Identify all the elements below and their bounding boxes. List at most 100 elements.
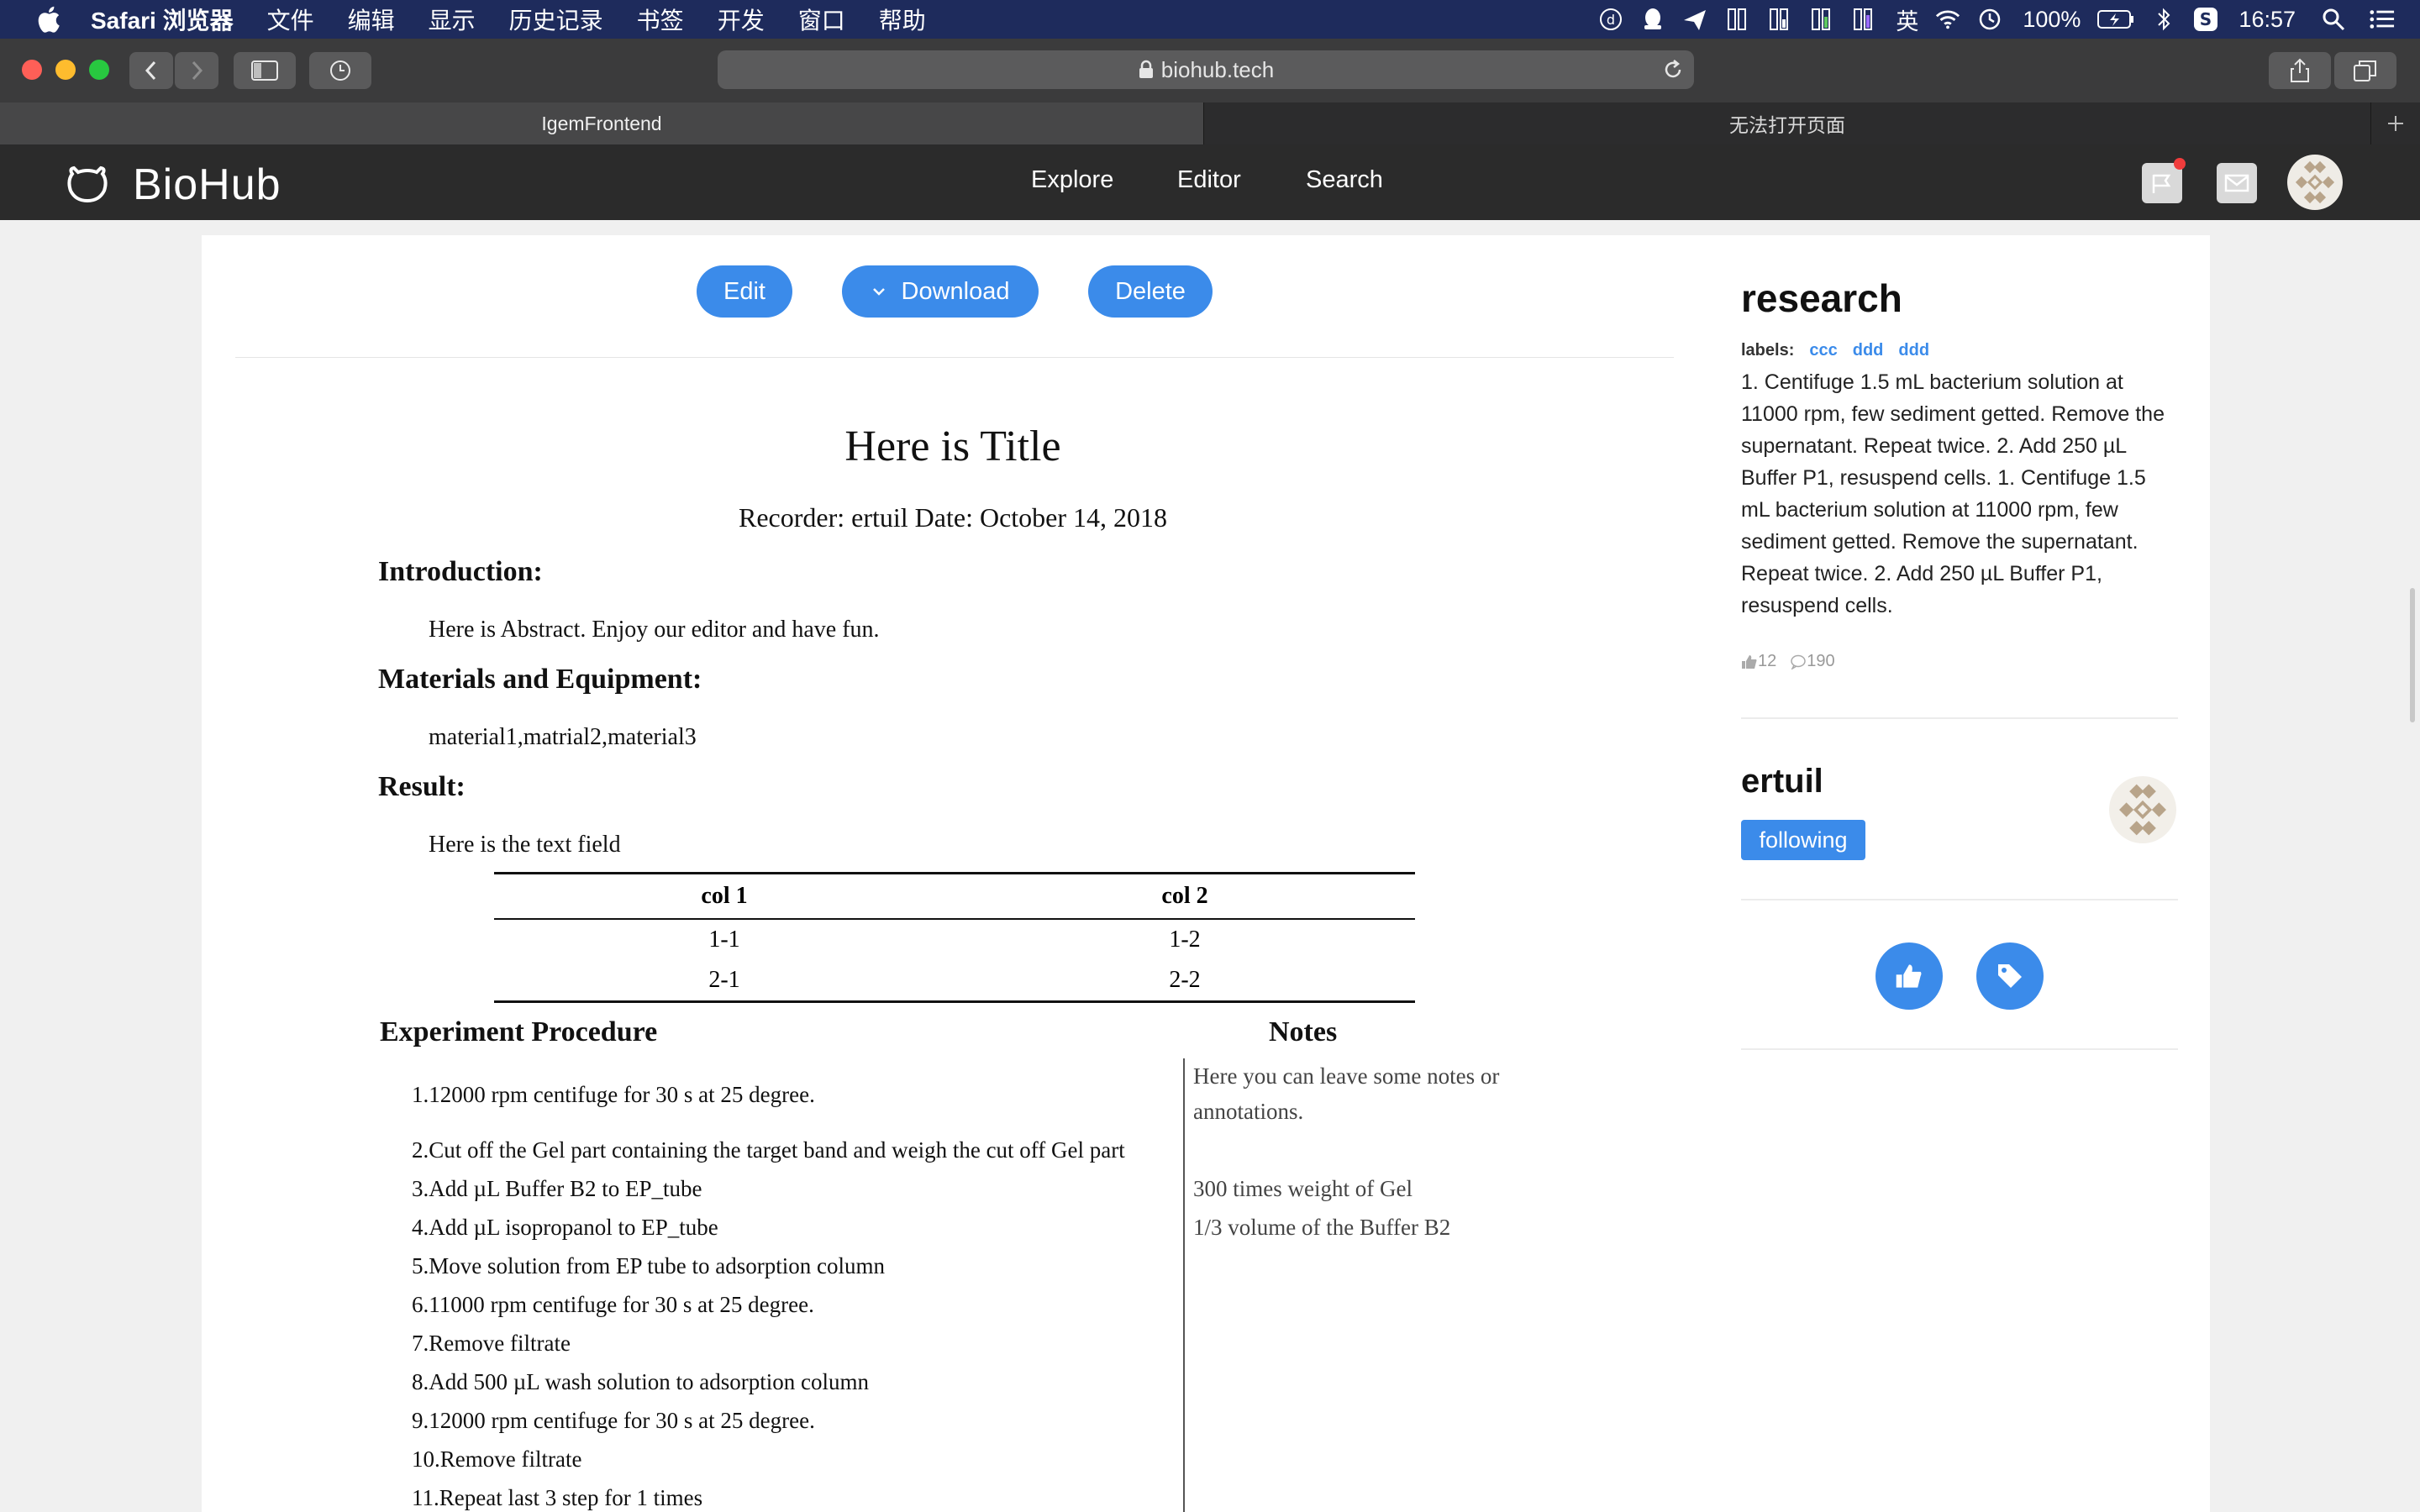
qq-icon[interactable] <box>1640 7 1665 32</box>
tab-cannot-open-page[interactable]: 无法打开页面 <box>1204 102 2371 144</box>
back-button[interactable] <box>129 52 173 89</box>
menu-develop[interactable]: 开发 <box>718 3 765 36</box>
nav-search[interactable]: Search <box>1306 166 1383 194</box>
messages-button[interactable] <box>2217 163 2257 203</box>
address-bar[interactable]: biohub.tech <box>718 50 1694 89</box>
document-title: Here is Title <box>844 423 1061 470</box>
sidebar-stats: 12 190 <box>1741 652 1835 671</box>
label-tag[interactable]: ddd <box>1853 341 1884 360</box>
procedure-step: 11.Repeat last 3 step for 1 times <box>412 1485 703 1510</box>
notification-center-icon[interactable] <box>2370 7 2395 32</box>
address-bar-url: biohub.tech <box>1160 56 1275 82</box>
author-avatar[interactable] <box>2109 776 2176 843</box>
label-tag[interactable]: ccc <box>1809 341 1837 360</box>
menu-history[interactable]: 历史记录 <box>509 3 603 36</box>
notifications-button[interactable] <box>2142 158 2186 203</box>
tab-overview-button[interactable] <box>2334 52 2396 89</box>
d-circle-icon[interactable]: d <box>1598 7 1623 32</box>
sidebar-description: 1. Centifuge 1.5 mL bacterium solution a… <box>1741 370 2165 617</box>
note-text: Here you can leave some notes or <box>1193 1063 1500 1089</box>
scrollbar-thumb[interactable] <box>2410 588 2415 722</box>
network-stats-icon[interactable] <box>1724 7 1749 32</box>
tag-button[interactable] <box>1976 942 2044 1010</box>
identicon-icon <box>2119 784 2166 836</box>
paper-plane-icon[interactable] <box>1682 7 1707 32</box>
table-cell: 1-1 <box>708 927 740 953</box>
site-logo[interactable]: BioHub <box>66 160 281 210</box>
menu-file[interactable]: 文件 <box>267 3 314 36</box>
svg-text:S: S <box>2200 9 2212 29</box>
follow-button[interactable]: following <box>1741 820 1865 860</box>
likes-count: 12 <box>1758 652 1777 670</box>
site-header: BioHub Explore Editor Search <box>0 144 2420 220</box>
disk-meter-icon[interactable] <box>1850 7 1876 32</box>
edit-button[interactable]: Edit <box>697 265 792 318</box>
delete-button[interactable]: Delete <box>1088 265 1213 318</box>
spotlight-search-icon[interactable] <box>2321 7 2346 32</box>
label-tag[interactable]: ddd <box>1898 341 1929 360</box>
download-button[interactable]: Download <box>842 265 1039 318</box>
sidebar-divider <box>1741 1048 2178 1050</box>
bluetooth-icon[interactable] <box>2151 7 2176 32</box>
table-row: 1-1 1-2 <box>494 919 1415 960</box>
user-avatar[interactable] <box>2287 155 2343 210</box>
menu-bookmarks[interactable]: 书签 <box>637 3 684 36</box>
zoom-window-button[interactable] <box>89 60 109 80</box>
action-divider <box>235 357 1674 358</box>
table-header-cell: col 2 <box>955 872 1415 920</box>
flag-icon <box>2152 174 2171 193</box>
battery-icon[interactable] <box>2097 7 2134 32</box>
download-label: Download <box>901 277 1010 305</box>
time-machine-icon[interactable] <box>1977 7 2002 32</box>
materials-text: material1,matrial2,material3 <box>429 724 697 750</box>
battery-percent: 100% <box>2023 6 2081 32</box>
procedure-step: 1.12000 rpm centifuge for 30 s at 25 deg… <box>412 1082 815 1107</box>
new-tab-button[interactable] <box>2371 102 2420 144</box>
cpu-meter-icon[interactable] <box>1766 7 1791 32</box>
biohub-logo-icon <box>67 165 108 203</box>
input-method-indicator[interactable]: 英 <box>1896 3 1918 36</box>
notification-dot <box>2174 158 2186 170</box>
result-heading: Result: <box>378 771 466 802</box>
notes-heading: Notes <box>1269 1016 1338 1047</box>
tab-bar: IgemFrontend 无法打开页面 <box>0 102 2420 145</box>
clock-icon <box>330 60 350 81</box>
svg-text:d: d <box>1607 12 1615 28</box>
procedure-step: 3.Add µL Buffer B2 to EP_tube <box>412 1176 702 1201</box>
table-row: 2-1 2-2 <box>494 960 1415 1003</box>
history-button[interactable] <box>309 52 371 89</box>
wifi-icon[interactable] <box>1935 7 1960 32</box>
clock[interactable]: 16:57 <box>2238 7 2296 33</box>
introduction-text: Here is Abstract. Enjoy our editor and h… <box>429 617 880 643</box>
identicon-icon <box>2295 160 2335 204</box>
procedure-step: 2.Cut off the Gel part containing the ta… <box>412 1137 1125 1163</box>
author-name[interactable]: ertuil <box>1741 763 1823 801</box>
forward-button[interactable] <box>175 52 218 89</box>
site-brand-name: BioHub <box>133 160 281 209</box>
like-button[interactable] <box>1876 942 1943 1010</box>
tab-igem-frontend[interactable]: IgemFrontend <box>0 102 1204 144</box>
menu-help[interactable]: 帮助 <box>879 3 926 36</box>
result-text: Here is the text field <box>429 832 621 858</box>
share-icon <box>2291 58 2309 82</box>
menu-edit[interactable]: 编辑 <box>348 3 395 36</box>
menu-view[interactable]: 显示 <box>429 3 476 36</box>
nav-explore[interactable]: Explore <box>1031 166 1113 194</box>
close-window-button[interactable] <box>22 60 42 80</box>
procedure-step: 5.Move solution from EP tube to adsorpti… <box>412 1253 885 1278</box>
chevron-down-icon <box>872 288 885 296</box>
memory-meter-icon[interactable] <box>1808 7 1833 32</box>
nav-editor[interactable]: Editor <box>1177 166 1241 194</box>
share-button[interactable] <box>2269 52 2331 89</box>
apple-icon[interactable] <box>34 4 62 34</box>
menu-app-name[interactable]: Safari 浏览器 <box>91 3 234 36</box>
reload-icon[interactable] <box>1662 59 1684 81</box>
minimize-window-button[interactable] <box>55 60 76 80</box>
sidebar-toggle-button[interactable] <box>234 52 296 89</box>
menu-window[interactable]: 窗口 <box>798 3 845 36</box>
table-header-cell: col 1 <box>494 872 955 920</box>
sogou-s-icon[interactable]: S <box>2193 7 2218 32</box>
plus-icon <box>2388 116 2403 131</box>
chevron-left-icon <box>145 60 156 81</box>
sidebar-title: research <box>1741 276 1902 320</box>
